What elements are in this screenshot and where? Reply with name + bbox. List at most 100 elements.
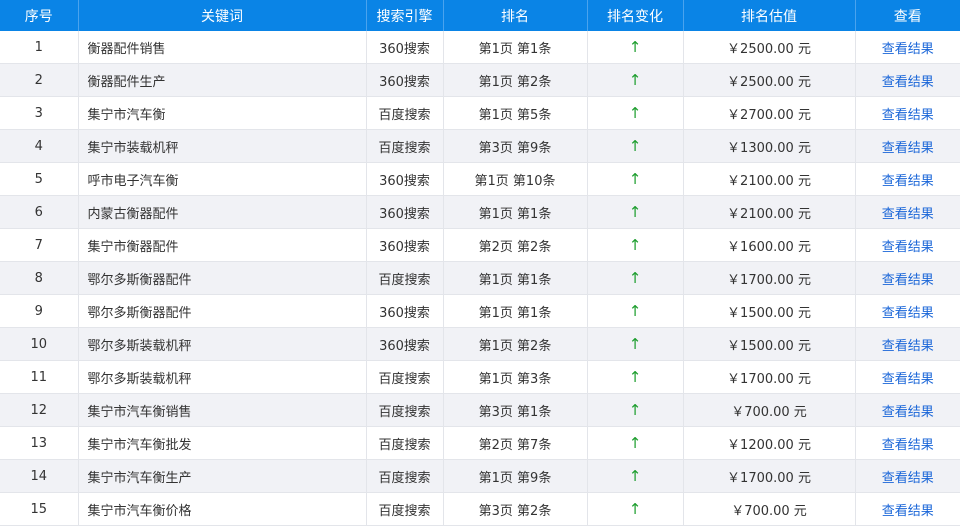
- view-result-link[interactable]: 查看结果: [855, 327, 960, 361]
- value-cell: ￥1700.00 元: [683, 261, 856, 295]
- keyword-cell: 衡器配件生产: [78, 63, 367, 97]
- value-cell: ￥2100.00 元: [683, 195, 856, 229]
- index-cell: 4: [0, 129, 79, 163]
- value-cell: ￥2700.00 元: [683, 96, 856, 130]
- value-cell: ￥1600.00 元: [683, 228, 856, 262]
- table-row: 1 衡器配件销售 360搜索 第1页 第1条 ↑ ￥2500.00 元查看结果: [0, 31, 960, 64]
- view-result-link[interactable]: 查看结果: [855, 360, 960, 394]
- table-row: 12 集宁市汽车衡销售 百度搜索 第3页 第1条 ↑ ￥700.00 元查看结果: [0, 393, 960, 427]
- header-change: 排名变化: [587, 0, 684, 31]
- rank-up-icon: ↑: [587, 129, 684, 163]
- keyword-cell: 集宁市汽车衡生产: [78, 459, 367, 493]
- header-row: 序号 关键词 搜索引擎 排名 排名变化 排名估值 查看: [0, 0, 960, 31]
- keyword-cell: 呼市电子汽车衡: [78, 162, 367, 196]
- view-result-link[interactable]: 查看结果: [855, 393, 960, 427]
- view-result-link[interactable]: 查看结果: [855, 195, 960, 229]
- value-cell: ￥700.00 元: [683, 393, 856, 427]
- keyword-cell: 衡器配件销售: [78, 31, 367, 64]
- table-row: 7 集宁市衡器配件 360搜索 第2页 第2条 ↑ ￥1600.00 元查看结果: [0, 228, 960, 262]
- view-result-link[interactable]: 查看结果: [855, 228, 960, 262]
- engine-cell: 360搜索: [366, 63, 444, 97]
- index-cell: 6: [0, 195, 79, 229]
- rank-cell: 第1页 第1条: [443, 294, 588, 328]
- rank-cell: 第1页 第2条: [443, 327, 588, 361]
- index-cell: 15: [0, 492, 79, 526]
- table-row: 14 集宁市汽车衡生产 百度搜索 第1页 第9条 ↑ ￥1700.00 元查看结果: [0, 459, 960, 493]
- header-index: 序号: [0, 0, 79, 31]
- header-engine: 搜索引擎: [366, 0, 444, 31]
- engine-cell: 360搜索: [366, 31, 444, 64]
- value-cell: ￥1700.00 元: [683, 360, 856, 394]
- rank-up-icon: ↑: [587, 327, 684, 361]
- view-result-link[interactable]: 查看结果: [855, 63, 960, 97]
- header-keyword: 关键词: [78, 0, 367, 31]
- header-value: 排名估值: [683, 0, 856, 31]
- rank-cell: 第1页 第10条: [443, 162, 588, 196]
- index-cell: 10: [0, 327, 79, 361]
- rank-cell: 第1页 第3条: [443, 360, 588, 394]
- rank-up-icon: ↑: [587, 426, 684, 460]
- index-cell: 1: [0, 31, 79, 64]
- view-result-link[interactable]: 查看结果: [855, 426, 960, 460]
- view-result-link[interactable]: 查看结果: [855, 31, 960, 64]
- rank-cell: 第1页 第1条: [443, 261, 588, 295]
- value-cell: ￥700.00 元: [683, 492, 856, 526]
- engine-cell: 百度搜索: [366, 492, 444, 526]
- rank-cell: 第1页 第1条: [443, 31, 588, 64]
- rank-up-icon: ↑: [587, 492, 684, 526]
- rank-cell: 第2页 第2条: [443, 228, 588, 262]
- value-cell: ￥1700.00 元: [683, 459, 856, 493]
- keyword-cell: 集宁市汽车衡价格: [78, 492, 367, 526]
- index-cell: 14: [0, 459, 79, 493]
- index-cell: 9: [0, 294, 79, 328]
- view-result-link[interactable]: 查看结果: [855, 261, 960, 295]
- index-cell: 5: [0, 162, 79, 196]
- keyword-cell: 鄂尔多斯衡器配件: [78, 261, 367, 295]
- view-result-link[interactable]: 查看结果: [855, 459, 960, 493]
- table-row: 4 集宁市装载机秤 百度搜索 第3页 第9条 ↑ ￥1300.00 元查看结果: [0, 129, 960, 163]
- engine-cell: 百度搜索: [366, 261, 444, 295]
- table-row: 5 呼市电子汽车衡 360搜索 第1页 第10条 ↑ ￥2100.00 元查看结果: [0, 162, 960, 196]
- index-cell: 7: [0, 228, 79, 262]
- rank-up-icon: ↑: [587, 261, 684, 295]
- rank-cell: 第3页 第9条: [443, 129, 588, 163]
- rank-cell: 第1页 第1条: [443, 195, 588, 229]
- engine-cell: 360搜索: [366, 327, 444, 361]
- index-cell: 8: [0, 261, 79, 295]
- rank-up-icon: ↑: [587, 459, 684, 493]
- rank-up-icon: ↑: [587, 195, 684, 229]
- value-cell: ￥2500.00 元: [683, 63, 856, 97]
- table-row: 8 鄂尔多斯衡器配件 百度搜索 第1页 第1条 ↑ ￥1700.00 元查看结果: [0, 261, 960, 295]
- rank-up-icon: ↑: [587, 228, 684, 262]
- table-row: 15 集宁市汽车衡价格 百度搜索 第3页 第2条 ↑ ￥700.00 元查看结果: [0, 492, 960, 526]
- ranking-table: 序号 关键词 搜索引擎 排名 排名变化 排名估值 查看 1 衡器配件销售 360搜索…: [0, 0, 960, 526]
- table-row: 10 鄂尔多斯装载机秤 360搜索 第1页 第2条 ↑ ￥1500.00 元查看结果: [0, 327, 960, 361]
- view-result-link[interactable]: 查看结果: [855, 96, 960, 130]
- rank-up-icon: ↑: [587, 294, 684, 328]
- header-rank: 排名: [443, 0, 588, 31]
- table-row: 9 鄂尔多斯衡器配件 360搜索 第1页 第1条 ↑ ￥1500.00 元查看结果: [0, 294, 960, 328]
- view-result-link[interactable]: 查看结果: [855, 294, 960, 328]
- rank-up-icon: ↑: [587, 63, 684, 97]
- table-body: 1 衡器配件销售 360搜索 第1页 第1条 ↑ ￥2500.00 元查看结果 2 衡器配件生…: [0, 31, 960, 526]
- rank-cell: 第1页 第5条: [443, 96, 588, 130]
- keyword-cell: 集宁市衡器配件: [78, 228, 367, 262]
- table-row: 3 集宁市汽车衡 百度搜索 第1页 第5条 ↑ ￥2700.00 元查看结果: [0, 96, 960, 130]
- index-cell: 13: [0, 426, 79, 460]
- rank-up-icon: ↑: [587, 96, 684, 130]
- value-cell: ￥1500.00 元: [683, 327, 856, 361]
- rank-cell: 第2页 第7条: [443, 426, 588, 460]
- rank-up-icon: ↑: [587, 162, 684, 196]
- keyword-cell: 鄂尔多斯装载机秤: [78, 327, 367, 361]
- engine-cell: 360搜索: [366, 162, 444, 196]
- view-result-link[interactable]: 查看结果: [855, 492, 960, 526]
- view-result-link[interactable]: 查看结果: [855, 162, 960, 196]
- value-cell: ￥2500.00 元: [683, 31, 856, 64]
- engine-cell: 360搜索: [366, 294, 444, 328]
- engine-cell: 百度搜索: [366, 360, 444, 394]
- rank-cell: 第1页 第9条: [443, 459, 588, 493]
- engine-cell: 百度搜索: [366, 129, 444, 163]
- engine-cell: 360搜索: [366, 195, 444, 229]
- view-result-link[interactable]: 查看结果: [855, 129, 960, 163]
- engine-cell: 百度搜索: [366, 96, 444, 130]
